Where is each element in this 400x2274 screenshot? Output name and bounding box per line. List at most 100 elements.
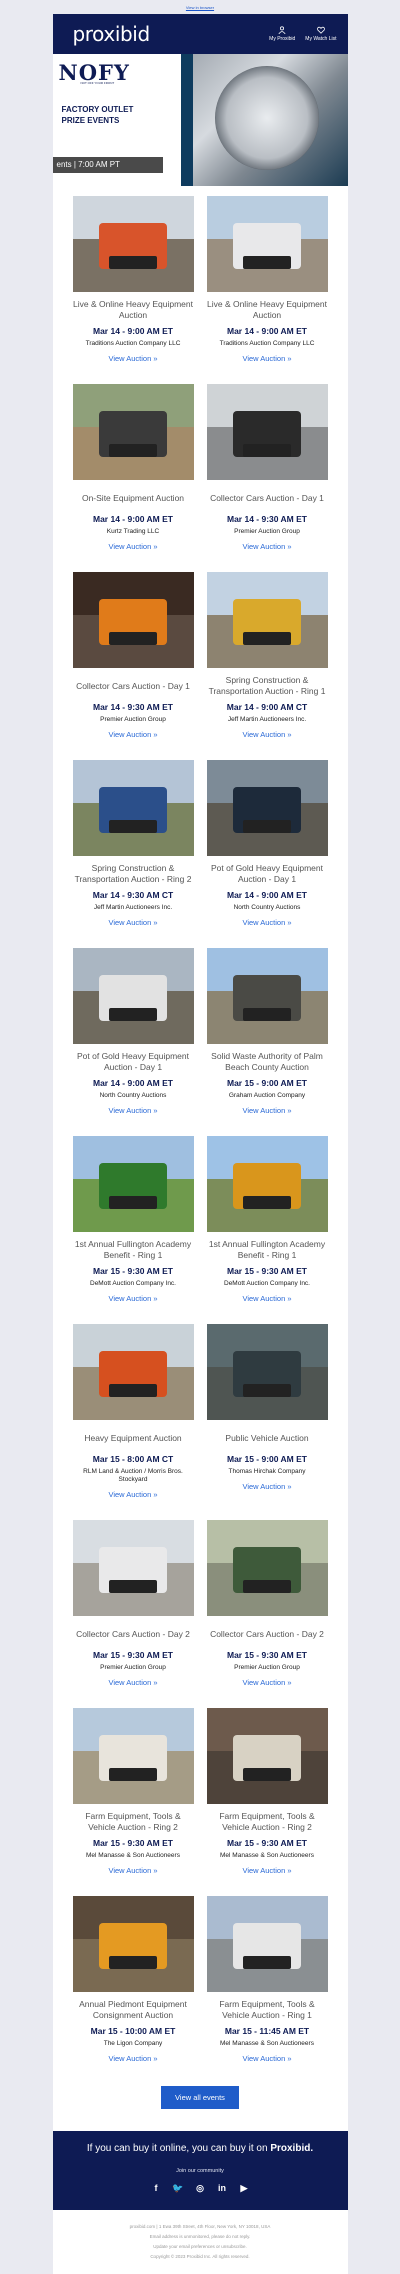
auction-thumbnail[interactable]: [206, 384, 328, 480]
thumb-wheels: [242, 631, 292, 645]
auction-house: Traditions Auction Company LLC: [219, 340, 315, 347]
auction-house: Mel Manasse & Son Auctioneers: [220, 2040, 314, 2047]
auction-card[interactable]: Solid Waste Authority of Palm Beach Coun…: [206, 948, 328, 1118]
view-auction-link[interactable]: View Auction »: [242, 2054, 291, 2063]
view-auction-link[interactable]: View Auction »: [108, 1678, 157, 1687]
auction-card[interactable]: Spring Construction & Transportation Auc…: [206, 572, 328, 742]
join-community-label: Join our community: [176, 2168, 224, 2174]
thumb-wheels: [242, 1579, 292, 1593]
auction-card[interactable]: Pot of Gold Heavy Equipment Auction - Da…: [206, 760, 328, 930]
view-auction-link[interactable]: View Auction »: [242, 918, 291, 927]
auction-card[interactable]: Heavy Equipment Auction Mar 15 - 8:00 AM …: [72, 1324, 194, 1502]
unsubscribe-link[interactable]: Update your email preferences or unsubsc…: [63, 2242, 338, 2252]
auction-card[interactable]: Collector Cars Auction - Day 2 Mar 15 - 9…: [72, 1520, 194, 1690]
hero-banner[interactable]: NOFY NOT OFF YOUR FRONT FACTORY OUTLET P…: [52, 54, 348, 186]
view-auction-link[interactable]: View Auction »: [108, 730, 157, 739]
view-auction-link[interactable]: View Auction »: [242, 1294, 291, 1303]
auction-thumbnail[interactable]: [206, 1896, 328, 1992]
hero-navy-stripe: [180, 54, 193, 186]
auction-date: Mar 15 - 9:30 AM ET: [93, 1650, 173, 1660]
auction-card[interactable]: On-Site Equipment Auction Mar 14 - 9:00 A…: [72, 384, 194, 554]
auction-card[interactable]: Pot of Gold Heavy Equipment Auction - Da…: [72, 948, 194, 1118]
auction-date: Mar 14 - 9:00 AM ET: [227, 326, 307, 336]
auction-row: Collector Cars Auction - Day 2 Mar 15 - 9…: [72, 1520, 328, 1690]
auction-thumbnail[interactable]: [72, 1896, 194, 1992]
auction-card[interactable]: 1st Annual Fullington Academy Benefit - …: [206, 1136, 328, 1306]
my-watch-list-link[interactable]: My Watch List: [305, 26, 337, 42]
auction-thumbnail[interactable]: [72, 1520, 194, 1616]
facebook-icon[interactable]: f: [150, 2182, 162, 2194]
auction-thumbnail[interactable]: [206, 760, 328, 856]
view-auction-link[interactable]: View Auction »: [242, 1866, 291, 1875]
auction-row: Heavy Equipment Auction Mar 15 - 8:00 AM …: [72, 1324, 328, 1502]
auction-card[interactable]: Public Vehicle Auction Mar 15 - 9:00 AM E…: [206, 1324, 328, 1502]
auction-thumbnail[interactable]: [206, 1136, 328, 1232]
my-proxibid-link[interactable]: My Proxibid: [269, 26, 295, 42]
auction-thumbnail[interactable]: [206, 1520, 328, 1616]
view-in-browser-link[interactable]: View in browser: [186, 5, 214, 10]
auction-card[interactable]: Collector Cars Auction - Day 2 Mar 15 - 9…: [206, 1520, 328, 1690]
auction-thumbnail[interactable]: [72, 1708, 194, 1804]
auction-date: Mar 15 - 9:30 AM ET: [93, 1838, 173, 1848]
user-icon: [278, 26, 286, 36]
auction-thumbnail[interactable]: [72, 1136, 194, 1232]
thumb-wheels: [108, 1007, 158, 1021]
proxibid-logo[interactable]: proxibid: [73, 22, 151, 46]
linkedin-icon[interactable]: in: [216, 2182, 228, 2194]
view-auction-link[interactable]: View Auction »: [108, 542, 157, 551]
thumb-wheels: [108, 631, 158, 645]
auction-card[interactable]: Spring Construction & Transportation Auc…: [72, 760, 194, 930]
auction-card[interactable]: Live & Online Heavy Equipment Auction Mar…: [72, 196, 194, 366]
auction-house: Graham Auction Company: [228, 1092, 306, 1099]
youtube-icon[interactable]: ▶: [238, 2182, 250, 2194]
thumb-wheels: [108, 819, 158, 833]
auction-title: Heavy Equipment Auction: [84, 1432, 182, 1443]
view-auction-link[interactable]: View Auction »: [108, 1106, 157, 1115]
auction-house: The Ligon Company: [103, 2040, 163, 2047]
auction-card[interactable]: Collector Cars Auction - Day 1 Mar 14 - 9…: [206, 384, 328, 554]
auction-title: Farm Equipment, Tools & Vehicle Auction …: [219, 1999, 315, 2020]
auction-thumbnail[interactable]: [206, 948, 328, 1044]
auction-card[interactable]: 1st Annual Fullington Academy Benefit - …: [72, 1136, 194, 1306]
legal-footer: proxibid.com | 1 Ewa 39th Street, 4th Fl…: [53, 2210, 348, 2274]
address-line: proxibid.com | 1 Ewa 39th Street, 4th Fl…: [129, 2224, 271, 2229]
view-auction-link[interactable]: View Auction »: [242, 730, 291, 739]
view-auction-link[interactable]: View Auction »: [108, 1866, 157, 1875]
auction-thumbnail[interactable]: [72, 760, 194, 856]
auction-thumbnail[interactable]: [206, 1324, 328, 1420]
auction-thumbnail[interactable]: [72, 384, 194, 480]
thumb-wheels: [108, 443, 158, 457]
view-auction-link[interactable]: View Auction »: [108, 2054, 157, 2063]
auction-thumbnail[interactable]: [72, 948, 194, 1044]
view-auction-link[interactable]: View Auction »: [242, 1678, 291, 1687]
view-auction-link[interactable]: View Auction »: [242, 354, 291, 363]
instagram-icon[interactable]: ◎: [194, 2182, 206, 2194]
view-auction-link[interactable]: View Auction »: [108, 1490, 157, 1499]
auction-thumbnail[interactable]: [72, 196, 194, 292]
auction-date: Mar 15 - 9:00 AM ET: [227, 1454, 307, 1464]
auction-thumbnail[interactable]: [72, 572, 194, 668]
auction-thumbnail[interactable]: [206, 196, 328, 292]
auction-card[interactable]: Live & Online Heavy Equipment Auction Mar…: [206, 196, 328, 366]
view-auction-link[interactable]: View Auction »: [242, 1106, 291, 1115]
auction-thumbnail[interactable]: [206, 1708, 328, 1804]
view-auction-link[interactable]: View Auction »: [108, 1294, 157, 1303]
view-all-events-button[interactable]: View all events: [161, 2086, 239, 2109]
auction-card[interactable]: Farm Equipment, Tools & Vehicle Auction …: [72, 1708, 194, 1878]
view-auction-link[interactable]: View Auction »: [242, 1482, 291, 1491]
auction-card[interactable]: Collector Cars Auction - Day 1 Mar 14 - 9…: [72, 572, 194, 742]
auction-date: Mar 14 - 9:00 AM ET: [93, 326, 173, 336]
header: proxibid My Proxibid My Watch List: [52, 14, 348, 54]
auction-card[interactable]: Farm Equipment, Tools & Vehicle Auction …: [206, 1708, 328, 1878]
view-auction-link[interactable]: View Auction »: [242, 542, 291, 551]
heart-icon: [317, 26, 325, 36]
view-auction-link[interactable]: View Auction »: [108, 354, 157, 363]
auction-card[interactable]: Annual Piedmont Equipment Consignment Au…: [72, 1896, 194, 2066]
auction-card[interactable]: Farm Equipment, Tools & Vehicle Auction …: [206, 1896, 328, 2066]
thumb-wheels: [242, 1007, 292, 1021]
twitter-icon[interactable]: 🐦: [172, 2182, 184, 2194]
view-auction-link[interactable]: View Auction »: [108, 918, 157, 927]
auction-thumbnail[interactable]: [72, 1324, 194, 1420]
auction-thumbnail[interactable]: [206, 572, 328, 668]
thumb-wheels: [108, 1579, 158, 1593]
